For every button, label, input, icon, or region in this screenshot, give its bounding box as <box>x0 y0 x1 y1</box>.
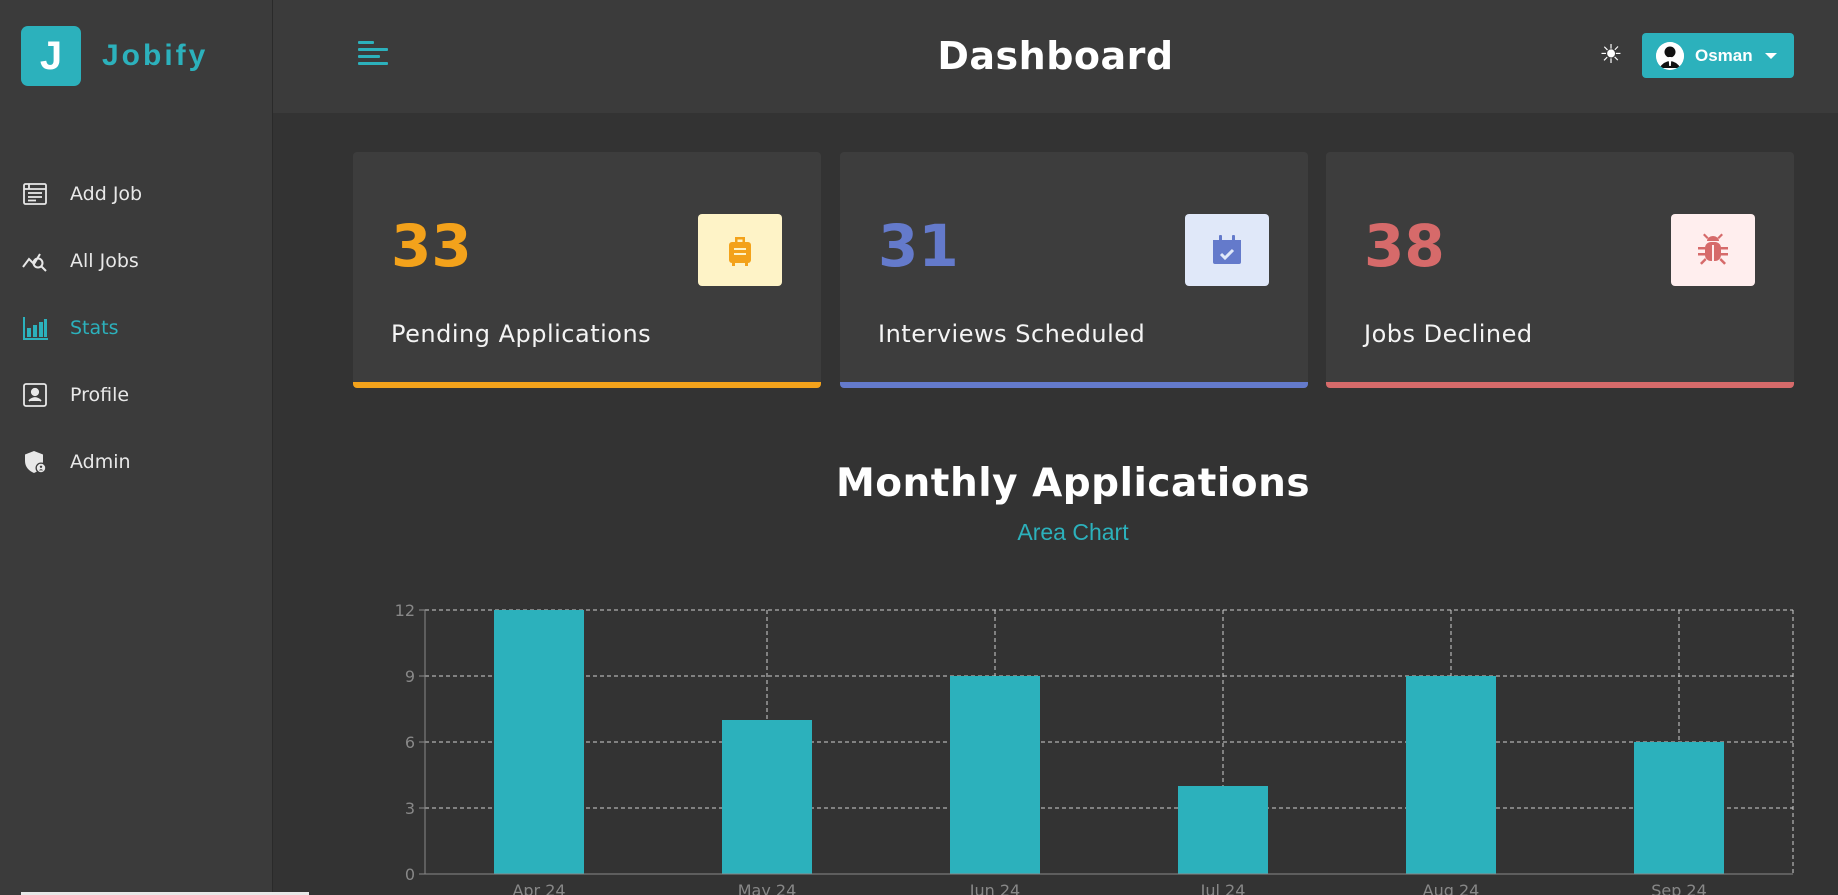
x-tick-label: Jun 24 <box>969 881 1020 895</box>
logo[interactable]: J Jobify <box>21 26 208 86</box>
stat-label: Jobs Declined <box>1364 320 1533 348</box>
sidebar-item-label: Stats <box>70 316 119 339</box>
sidebar-item-stats[interactable]: Stats <box>0 294 273 361</box>
x-tick-label: Jul 24 <box>1200 881 1246 895</box>
sidebar-nav: Add Job All Jobs Stats Profile Admin <box>0 160 273 495</box>
add-job-icon <box>22 181 48 207</box>
bar <box>950 676 1040 874</box>
logo-text: Jobify <box>102 39 209 72</box>
profile-icon <box>22 382 48 408</box>
top-navbar: Dashboard ☀ Osman <box>273 0 1838 113</box>
bar <box>1634 742 1724 874</box>
stat-card-pending: 33 Pending Applications <box>353 152 821 388</box>
stat-card-interviews: 31 Interviews Scheduled <box>840 152 1308 388</box>
stat-count: 38 <box>1364 212 1445 280</box>
sun-icon[interactable]: ☀ <box>1596 40 1626 70</box>
all-jobs-icon <box>22 248 48 274</box>
x-tick-label: May 24 <box>738 881 797 895</box>
y-tick-label: 6 <box>405 733 415 752</box>
bar <box>494 610 584 874</box>
sidebar-item-admin[interactable]: Admin <box>0 428 273 495</box>
y-tick-label: 12 <box>395 601 415 620</box>
user-name: Osman <box>1695 45 1753 65</box>
sidebar-item-label: Profile <box>70 383 130 406</box>
bug-icon <box>1671 214 1755 286</box>
stats-icon <box>22 315 48 341</box>
user-menu-button[interactable]: Osman <box>1642 33 1794 78</box>
sidebar-item-add-job[interactable]: Add Job <box>0 160 273 227</box>
admin-icon <box>22 449 48 475</box>
stat-count: 31 <box>878 212 959 280</box>
sidebar: J Jobify Add Job All Jobs Stats Profile <box>0 0 273 895</box>
logo-icon: J <box>21 26 81 86</box>
x-tick-label: Apr 24 <box>512 881 565 895</box>
stat-label: Interviews Scheduled <box>878 320 1146 348</box>
x-tick-label: Sep 24 <box>1651 881 1707 895</box>
caret-down-icon <box>1764 52 1777 59</box>
bar <box>722 720 812 874</box>
stat-label: Pending Applications <box>391 320 652 348</box>
stat-count: 33 <box>391 212 472 280</box>
bar <box>1178 786 1268 874</box>
bar <box>1406 676 1496 874</box>
suitcase-icon <box>698 214 782 286</box>
stat-card-declined: 38 Jobs Declined <box>1326 152 1794 388</box>
sidebar-item-all-jobs[interactable]: All Jobs <box>0 227 273 294</box>
bar-chart: 0 3 6 9 12 Apr 24 May 24 Jun 24 Jul 24 Aug 24 Sep … <box>395 601 1794 895</box>
x-tick-label: Aug 24 <box>1423 881 1480 895</box>
sidebar-item-label: Admin <box>70 450 131 473</box>
sidebar-item-label: Add Job <box>70 182 143 205</box>
sidebar-item-label: All Jobs <box>70 249 139 272</box>
sidebar-item-profile[interactable]: Profile <box>0 361 273 428</box>
avatar <box>1656 41 1684 70</box>
chart-type-toggle-button[interactable]: Area Chart <box>353 519 1793 546</box>
chart-title: Monthly Applications <box>835 461 1311 506</box>
y-tick-label: 9 <box>405 667 415 686</box>
calendar-check-icon <box>1185 214 1269 286</box>
y-tick-label: 0 <box>405 865 415 884</box>
y-tick-label: 3 <box>405 799 415 818</box>
